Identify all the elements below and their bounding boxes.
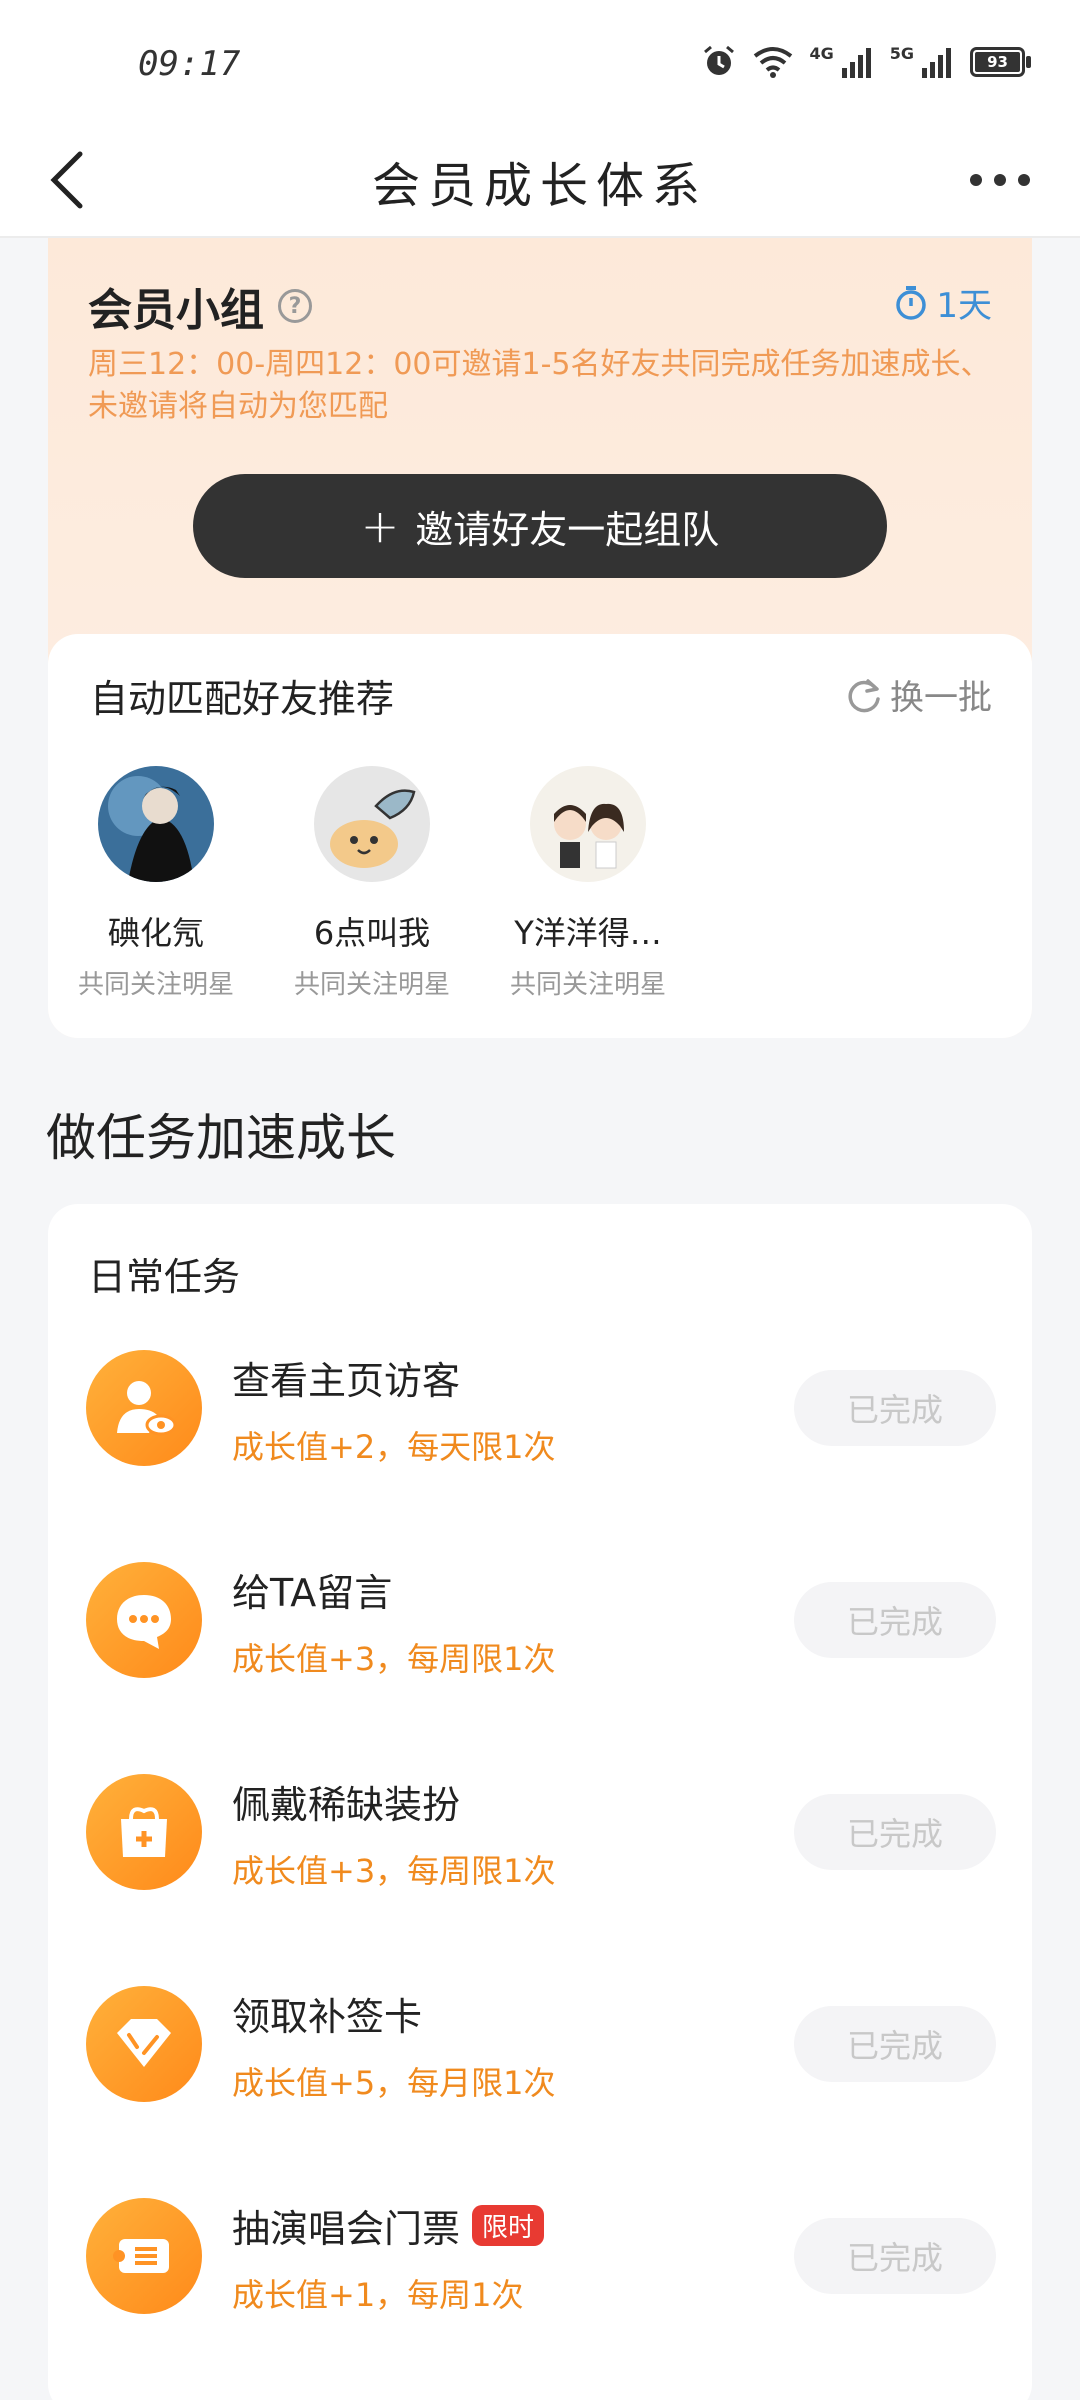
member-group-card: 会员小组 ? 1天 周三12：00-周四12：00可邀请1-5名好友共同完成任务… [48, 238, 1032, 1038]
friend-name: Y洋洋得… [514, 914, 662, 952]
invite-friends-button[interactable]: + 邀请好友一起组队 [193, 474, 887, 578]
refresh-label: 换一批 [890, 678, 992, 718]
friend-recommend-card: 自动匹配好友推荐 换一批 碘化氖 共同关注明星 6点叫我 共同关注明星 Y洋洋得… [48, 634, 1032, 1038]
status-bar: 09:17 4G 5G 93 [0, 0, 1080, 120]
friend-name: 6点叫我 [313, 914, 431, 952]
task-item: 给TA留言 成长值+3，每周限1次 已完成 [48, 1562, 1032, 1774]
section-title: 做任务加速成长 [46, 1109, 396, 1167]
task-reward: 成长值+5，每月限1次 [232, 2064, 556, 2102]
completed-button[interactable]: 已完成 [794, 2218, 996, 2294]
daily-task-card: 日常任务 查看主页访客 成长值+2，每天限1次 已完成 给TA留言 成长值+3，… [48, 1204, 1032, 2400]
task-name-text: 查看主页访客 [232, 1359, 461, 1403]
task-name: 查看主页访客 [232, 1350, 460, 1405]
visitor-icon [86, 1350, 202, 1466]
network-5g-label: 5G [889, 43, 914, 63]
completed-button[interactable]: 已完成 [794, 2006, 996, 2082]
refresh-button[interactable]: 换一批 [846, 670, 992, 719]
message-icon [86, 1562, 202, 1678]
diamond-icon [86, 1986, 202, 2102]
limited-time-badge: 限时 [472, 2205, 545, 2246]
refresh-icon [848, 678, 880, 712]
invite-label: 邀请好友一起组队 [415, 507, 720, 552]
alarm-icon [701, 44, 737, 80]
avatar [98, 766, 214, 882]
title-bar: 会员成长体系 [0, 120, 1080, 238]
avatar [314, 766, 430, 882]
page-title: 会员成长体系 [371, 158, 708, 214]
ticket-icon [86, 2198, 202, 2314]
status-icons: 4G 5G 93 [701, 44, 1032, 80]
completed-button[interactable]: 已完成 [794, 1582, 996, 1658]
task-name: 给TA留言 [232, 1562, 392, 1617]
task-reward: 成长值+3，每周限1次 [232, 1852, 556, 1890]
friend-item[interactable]: Y洋洋得… 共同关注明星 [480, 766, 696, 1001]
task-name: 领取补签卡 [232, 1986, 422, 2041]
wifi-icon [753, 46, 793, 78]
avatar [530, 766, 646, 882]
more-options-button[interactable] [960, 152, 1040, 208]
battery-icon: 93 [970, 47, 1032, 77]
signal-4g-icon [840, 46, 874, 78]
group-title: 会员小组 ? [88, 274, 312, 338]
signal-5g-icon [920, 46, 954, 78]
timer-value: 1天 [936, 286, 992, 326]
task-reward: 成长值+1，每周1次 [232, 2276, 524, 2314]
more-dot-icon [994, 174, 1006, 186]
status-time: 09:17 [138, 44, 241, 84]
friend-list: 碘化氖 共同关注明星 6点叫我 共同关注明星 Y洋洋得… 共同关注明星 [48, 766, 696, 1001]
task-reward: 成长值+2，每天限1次 [232, 1428, 556, 1466]
friend-relation: 共同关注明星 [77, 970, 234, 1000]
completed-button[interactable]: 已完成 [794, 1370, 996, 1446]
friend-relation: 共同关注明星 [509, 970, 666, 1000]
task-name: 佩戴稀缺装扮 [232, 1774, 460, 1829]
task-item: 领取补签卡 成长值+5，每月限1次 已完成 [48, 1986, 1032, 2198]
friend-relation: 共同关注明星 [293, 970, 450, 1000]
network-4g-label: 4G [809, 43, 834, 63]
friend-name: 碘化氖 [107, 914, 204, 952]
task-item: 抽演唱会门票 限时 成长值+1，每周1次 已完成 [48, 2198, 1032, 2400]
group-description: 周三12：00-周四12：00可邀请1-5名好友共同完成任务加速成长、未邀请将自… [88, 347, 991, 424]
task-name-text: 佩戴稀缺装扮 [232, 1783, 461, 1827]
task-item: 查看主页访客 成长值+2，每天限1次 已完成 [48, 1350, 1032, 1562]
group-title-text: 会员小组 [88, 285, 264, 336]
task-name-text: 抽演唱会门票 [232, 2207, 461, 2251]
task-name: 抽演唱会门票 限时 [232, 2198, 545, 2253]
battery-level: 93 [987, 53, 1008, 71]
task-header: 日常任务 [88, 1255, 241, 1299]
recommend-title: 自动匹配好友推荐 [90, 677, 395, 721]
task-name-text: 领取补签卡 [232, 1995, 423, 2039]
stopwatch-icon [896, 285, 927, 320]
countdown-timer: 1天 [894, 278, 992, 327]
friend-item[interactable]: 碘化氖 共同关注明星 [48, 766, 264, 1001]
more-dot-icon [970, 174, 982, 186]
more-dot-icon [1018, 174, 1030, 186]
help-icon[interactable]: ? [278, 289, 312, 323]
plus-icon: + [360, 499, 400, 553]
completed-button[interactable]: 已完成 [794, 1794, 996, 1870]
gift-box-icon [86, 1774, 202, 1890]
task-name-text: 给TA留言 [232, 1571, 393, 1615]
task-item: 佩戴稀缺装扮 成长值+3，每周限1次 已完成 [48, 1774, 1032, 1986]
friend-item[interactable]: 6点叫我 共同关注明星 [264, 766, 480, 1001]
task-reward: 成长值+3，每周限1次 [232, 1640, 556, 1678]
